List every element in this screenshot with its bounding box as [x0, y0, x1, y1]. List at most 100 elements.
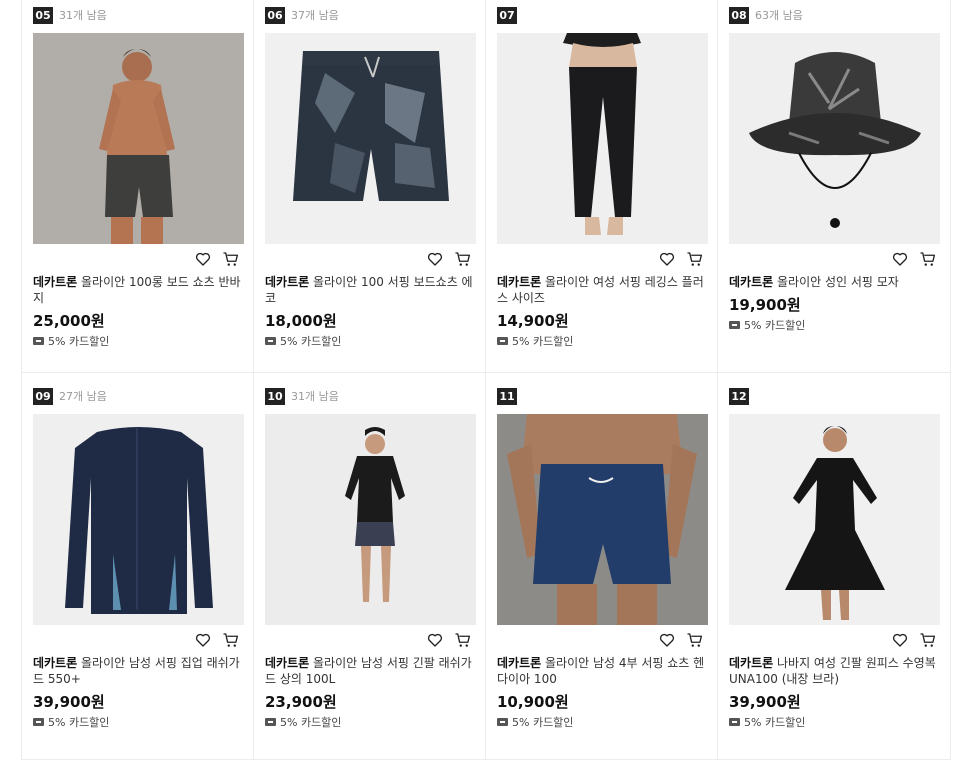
product-image[interactable]: [497, 414, 708, 625]
brand-name: 데카트론: [265, 275, 310, 289]
product-image[interactable]: [33, 414, 244, 625]
product-image[interactable]: [33, 33, 244, 244]
card-discount: 5% 카드할인: [33, 714, 242, 730]
card-discount: 5% 카드할인: [33, 333, 242, 349]
rank-badge: 07: [497, 6, 517, 24]
product-price: 14,900원: [497, 312, 569, 330]
product-price: 10,900원: [497, 693, 569, 711]
heart-icon[interactable]: [658, 631, 676, 649]
cart-icon[interactable]: [919, 631, 937, 649]
product-price: 25,000원: [33, 312, 105, 330]
heart-icon[interactable]: [194, 631, 212, 649]
rank-row: 06 37개 남음: [265, 0, 474, 28]
rank-row: 08 63개 남음: [729, 0, 939, 28]
discount-text: 5% 카드할인: [48, 335, 110, 348]
product-image[interactable]: [265, 33, 476, 244]
rank-badge: 11: [497, 387, 517, 405]
product-card[interactable]: 10 31개 남음 데카트론 올라이안 남성 서핑 긴팔 래쉬가드 상의 100…: [254, 373, 486, 760]
discount-text: 5% 카드할인: [280, 335, 342, 348]
product-price: 39,900원: [33, 693, 105, 711]
product-card[interactable]: 12 데카트론 나바지 여성 긴팔 원피스 수영복 UNA100 (내장 브라)…: [718, 373, 951, 760]
cart-icon[interactable]: [686, 250, 704, 268]
card-discount-icon: [729, 718, 740, 726]
rank-badge: 05: [33, 6, 53, 24]
product-title[interactable]: 데카트론 올라이안 여성 서핑 레깅스 플러스 사이즈: [497, 274, 706, 306]
product-card[interactable]: 06 37개 남음 데카트론 올라이안 100 서핑 보드쇼츠 에코 18,00…: [254, 0, 486, 373]
discount-text: 5% 카드할인: [512, 716, 574, 729]
card-discount: 5% 카드할인: [729, 714, 939, 730]
rank-row: 11: [497, 373, 706, 409]
rank-row: 07: [497, 0, 706, 28]
product-card[interactable]: 09 27개 남음 데카트론 올라이안 남성 서핑 집업 래쉬가드 550+ 3…: [22, 373, 254, 760]
brand-name: 데카트론: [729, 275, 774, 289]
product-title[interactable]: 데카트론 올라이안 남성 4부 서핑 쇼츠 헨다이아 100: [497, 655, 706, 687]
stock-count: 63개 남음: [755, 9, 803, 22]
cart-icon[interactable]: [222, 631, 240, 649]
card-discount: 5% 카드할인: [497, 333, 706, 349]
product-image[interactable]: [729, 414, 940, 625]
heart-icon[interactable]: [891, 631, 909, 649]
rank-row: 12: [729, 373, 939, 409]
cart-icon[interactable]: [686, 631, 704, 649]
rank-badge: 12: [729, 387, 749, 405]
brand-name: 데카트론: [265, 656, 310, 670]
product-card[interactable]: 07 데카트론 올라이안 여성 서핑 레깅스 플러스 사이즈 14,900원 5…: [486, 0, 718, 373]
rank-row: 09 27개 남음: [33, 373, 242, 409]
rank-row: 05 31개 남음: [33, 0, 242, 28]
heart-icon[interactable]: [891, 250, 909, 268]
brand-name: 데카트론: [729, 656, 774, 670]
card-actions: [497, 244, 706, 274]
card-actions: [33, 625, 242, 655]
product-card[interactable]: 05 31개 남음 데카트론 올라이안 100롱 보드 쇼츠 반바지 25,00…: [22, 0, 254, 373]
product-title[interactable]: 데카트론 올라이안 남성 서핑 집업 래쉬가드 550+: [33, 655, 242, 687]
discount-text: 5% 카드할인: [48, 716, 110, 729]
card-actions: [265, 625, 474, 655]
product-price: 18,000원: [265, 312, 337, 330]
discount-text: 5% 카드할인: [744, 319, 806, 332]
card-discount-icon: [265, 337, 276, 345]
heart-icon[interactable]: [426, 631, 444, 649]
product-image[interactable]: [497, 33, 708, 244]
product-image[interactable]: [265, 414, 476, 625]
card-discount-icon: [265, 718, 276, 726]
card-actions: [729, 244, 939, 274]
cart-icon[interactable]: [222, 250, 240, 268]
card-discount: 5% 카드할인: [265, 333, 474, 349]
discount-text: 5% 카드할인: [744, 716, 806, 729]
card-actions: [265, 244, 474, 274]
product-card[interactable]: 11 데카트론 올라이안 남성 4부 서핑 쇼츠 헨다이아 100 10,900…: [486, 373, 718, 760]
cart-icon[interactable]: [919, 250, 937, 268]
card-discount-icon: [729, 321, 740, 329]
brand-name: 데카트론: [33, 656, 78, 670]
card-discount-icon: [33, 337, 44, 345]
rank-badge: 10: [265, 387, 285, 405]
brand-name: 데카트론: [497, 656, 542, 670]
brand-name: 데카트론: [497, 275, 542, 289]
discount-text: 5% 카드할인: [512, 335, 574, 348]
product-title[interactable]: 데카트론 올라이안 남성 서핑 긴팔 래쉬가드 상의 100L: [265, 655, 474, 687]
product-title[interactable]: 데카트론 올라이안 100 서핑 보드쇼츠 에코: [265, 274, 474, 306]
card-actions: [497, 625, 706, 655]
rank-row: 10 31개 남음: [265, 373, 474, 409]
heart-icon[interactable]: [658, 250, 676, 268]
card-discount-icon: [33, 718, 44, 726]
rank-badge: 06: [265, 6, 285, 24]
stock-count: 27개 남음: [59, 390, 107, 403]
heart-icon[interactable]: [426, 250, 444, 268]
product-card[interactable]: 08 63개 남음 데카트론 올라이안 성인 서핑 모자 19,900원 5% …: [718, 0, 951, 373]
heart-icon[interactable]: [194, 250, 212, 268]
product-grid: 05 31개 남음 데카트론 올라이안 100롱 보드 쇼츠 반바지 25,00…: [21, 0, 951, 760]
cart-icon[interactable]: [454, 631, 472, 649]
product-title[interactable]: 데카트론 올라이안 100롱 보드 쇼츠 반바지: [33, 274, 242, 306]
rank-badge: 08: [729, 6, 749, 24]
rank-badge: 09: [33, 387, 53, 405]
product-image[interactable]: [729, 33, 940, 244]
product-name: 올라이안 성인 서핑 모자: [773, 275, 899, 289]
product-price: 19,900원: [729, 296, 801, 314]
card-discount: 5% 카드할인: [265, 714, 474, 730]
cart-icon[interactable]: [454, 250, 472, 268]
card-discount: 5% 카드할인: [497, 714, 706, 730]
stock-count: 31개 남음: [291, 390, 339, 403]
product-title[interactable]: 데카트론 나바지 여성 긴팔 원피스 수영복 UNA100 (내장 브라): [729, 655, 939, 687]
card-actions: [729, 625, 939, 655]
